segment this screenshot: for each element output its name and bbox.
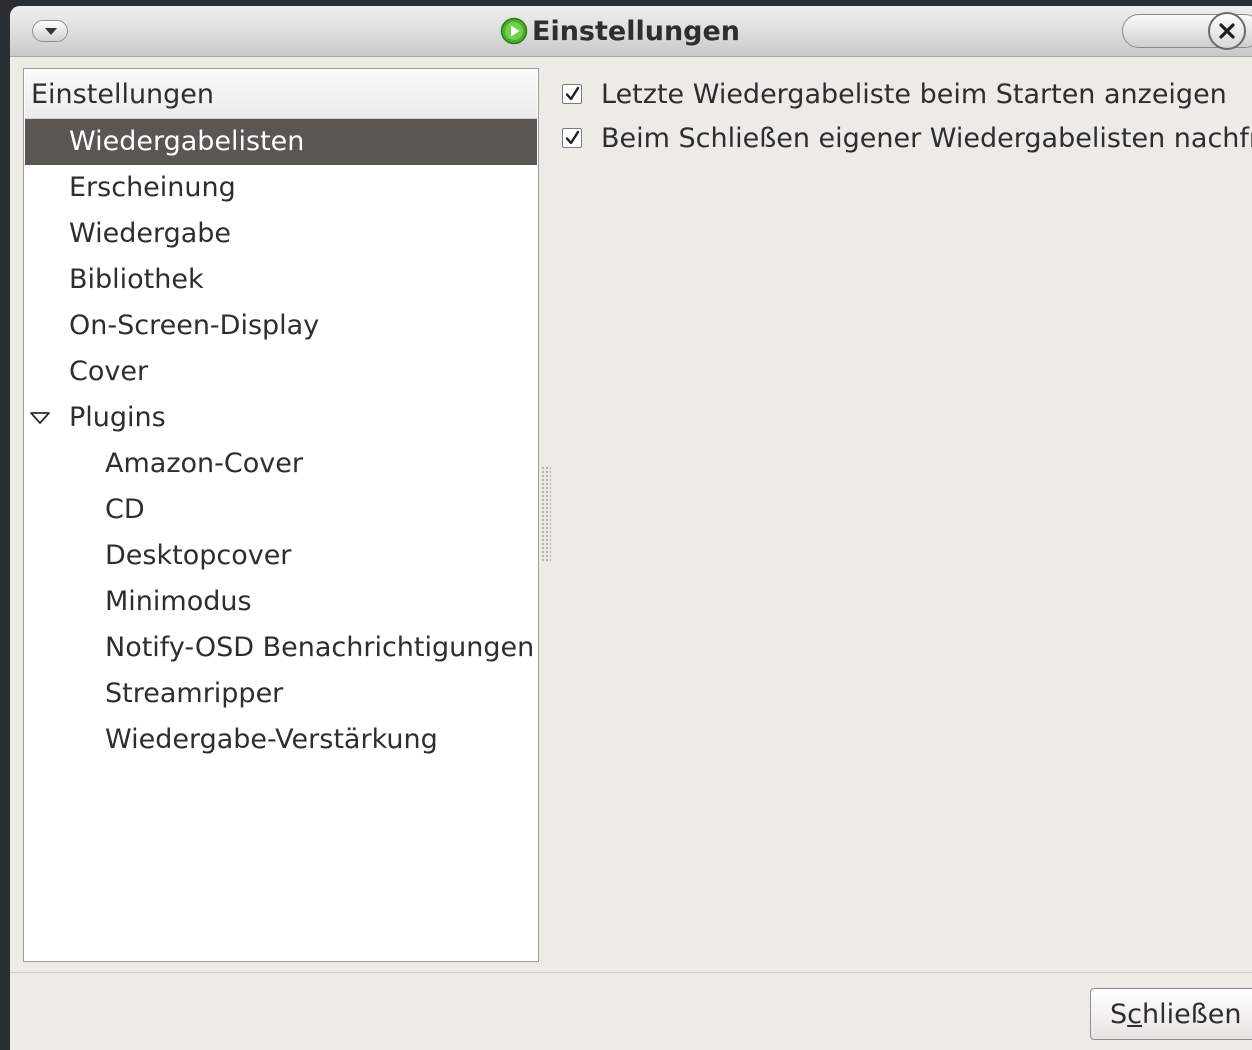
close-button-label-start: S — [1110, 998, 1128, 1030]
tree-item-cd[interactable]: CD — [25, 487, 537, 533]
tree-item-minimodus[interactable]: Minimodus — [25, 579, 537, 625]
expander-triangle-icon[interactable] — [29, 411, 51, 425]
window-title: Einstellungen — [532, 15, 741, 47]
window-title-area: Einstellungen — [500, 13, 740, 49]
close-button-mnemonic: c — [1127, 998, 1142, 1030]
tree-item-wiedergabe-verstaerkung[interactable]: Wiedergabe-Verstärkung — [25, 717, 537, 763]
close-button[interactable]: Schließen — [1090, 988, 1252, 1040]
pane-splitter-handle[interactable] — [541, 466, 551, 562]
tree-item-plugins[interactable]: Plugins — [25, 395, 537, 441]
tree-item-label: Desktopcover — [105, 540, 292, 571]
option-ask-on-close[interactable]: Beim Schließen eigener Wiedergabelisten … — [562, 122, 1252, 154]
tree-column-header[interactable]: Einstellungen — [25, 70, 537, 119]
tree-item-streamripper[interactable]: Streamripper — [25, 671, 537, 717]
settings-window: Einstellungen Einstellungen Wiedergabeli… — [10, 6, 1252, 1050]
show-last-playlist-label: Letzte Wiedergabeliste beim Starten anze… — [601, 78, 1227, 110]
tree-item-wiedergabe[interactable]: Wiedergabe — [25, 211, 537, 257]
title-bar[interactable]: Einstellungen — [10, 6, 1252, 57]
footer-separator — [10, 972, 1252, 973]
tree-item-label: Bibliothek — [69, 264, 204, 295]
window-close-button[interactable] — [1208, 12, 1246, 50]
tree-item-bibliothek[interactable]: Bibliothek — [25, 257, 537, 303]
tree-item-label: On-Screen-Display — [69, 310, 320, 341]
tree-item-label: Streamripper — [105, 678, 284, 709]
close-icon — [1219, 23, 1235, 39]
tree-item-wiedergabelisten[interactable]: Wiedergabelisten — [25, 119, 537, 165]
tree-item-label: CD — [105, 494, 145, 525]
checkmark-icon — [565, 86, 580, 101]
tree-item-desktopcover[interactable]: Desktopcover — [25, 533, 537, 579]
tree-item-label: Cover — [69, 356, 149, 387]
show-last-playlist-checkbox[interactable] — [562, 84, 582, 104]
tree-item-notify-osd[interactable]: Notify-OSD Benachrichtigungen — [25, 625, 537, 671]
ask-on-close-label: Beim Schließen eigener Wiedergabelisten … — [601, 122, 1252, 154]
chevron-down-icon — [45, 28, 57, 35]
tree-item-label: Minimodus — [105, 586, 252, 617]
option-show-last-playlist[interactable]: Letzte Wiedergabeliste beim Starten anze… — [562, 78, 1227, 110]
tree-item-erscheinung[interactable]: Erscheinung — [25, 165, 537, 211]
tree-item-label: Wiedergabe — [69, 218, 232, 249]
window-menu-button[interactable] — [32, 20, 68, 42]
play-icon — [500, 17, 528, 45]
checkmark-icon — [565, 130, 580, 145]
tree-item-label: Wiedergabelisten — [69, 126, 305, 157]
tree-header-label: Einstellungen — [31, 79, 215, 110]
close-button-label-end: hließen — [1142, 998, 1242, 1030]
tree-item-label: Notify-OSD Benachrichtigungen — [105, 632, 535, 663]
settings-tree[interactable]: Einstellungen Wiedergabelisten Erscheinu… — [23, 68, 539, 962]
tree-item-cover[interactable]: Cover — [25, 349, 537, 395]
tree-item-on-screen-display[interactable]: On-Screen-Display — [25, 303, 537, 349]
tree-item-label: Wiedergabe-Verstärkung — [105, 724, 438, 755]
ask-on-close-checkbox[interactable] — [562, 128, 582, 148]
tree-item-label: Erscheinung — [69, 172, 236, 203]
tree-item-amazon-cover[interactable]: Amazon-Cover — [25, 441, 537, 487]
tree-item-label: Plugins — [69, 402, 166, 433]
tree-item-label: Amazon-Cover — [105, 448, 303, 479]
